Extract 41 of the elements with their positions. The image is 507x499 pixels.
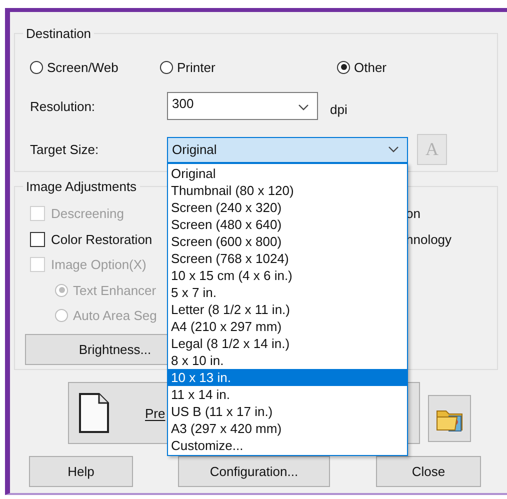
unit-label: dpi <box>330 102 348 116</box>
list-item[interactable]: 10 x 15 cm (4 x 6 in.) <box>168 267 407 284</box>
list-item[interactable]: Screen (480 x 640) <box>168 216 407 233</box>
list-item[interactable]: Screen (768 x 1024) <box>168 250 407 267</box>
checkbox-label: Image Option(X) <box>51 257 146 272</box>
list-item[interactable]: Original <box>168 165 407 182</box>
list-item[interactable]: A4 (210 x 297 mm) <box>168 318 407 335</box>
list-item[interactable]: US B (11 x 17 in.) <box>168 403 407 420</box>
checkbox-label: Descreening <box>51 206 124 222</box>
radio-button[interactable] <box>337 60 350 74</box>
list-item[interactable]: 11 x 14 in. <box>168 386 407 403</box>
group-title: Destination <box>23 26 94 41</box>
list-item[interactable]: Screen (600 x 800) <box>168 233 407 250</box>
chevron-icon <box>298 104 309 111</box>
radio-label: Other <box>354 60 387 74</box>
document-icon <box>78 392 110 434</box>
folder-button[interactable] <box>428 395 471 442</box>
list-item[interactable]: 10 x 13 in. <box>168 369 407 386</box>
chevron-icon <box>388 146 399 153</box>
radio-label: Text Enhancer <box>73 282 156 298</box>
list-item[interactable]: Customize... <box>168 437 407 454</box>
target-size-dropdown[interactable]: Original <box>167 136 408 162</box>
field-label: Resolution: <box>30 98 96 114</box>
dialog-button[interactable]: Configuration... <box>178 456 330 487</box>
list-item[interactable]: A3 (297 x 420 mm) <box>168 420 407 437</box>
field-label: Target Size: <box>30 142 100 157</box>
list-item[interactable]: 5 x 7 in. <box>168 284 407 301</box>
group-title: Image Adjustments <box>23 179 140 194</box>
radio-button[interactable] <box>30 60 43 74</box>
list-item[interactable]: Screen (240 x 320) <box>168 199 407 216</box>
dialog-button[interactable]: Close <box>376 456 481 487</box>
list-item[interactable]: Letter (8 1/2 x 11 in.) <box>168 301 407 318</box>
list-item[interactable]: Thumbnail (80 x 120) <box>168 182 407 199</box>
dialog-button[interactable]: Help <box>29 456 133 487</box>
radio-label: Screen/Web <box>47 60 118 74</box>
checkbox-label: Color Restoration <box>51 232 152 247</box>
checkbox[interactable] <box>30 232 45 247</box>
radio-label: Printer <box>177 60 216 74</box>
radio-button[interactable] <box>160 60 173 74</box>
radio-label: Auto Area Seg <box>73 308 157 324</box>
resolution-dropdown[interactable]: 300 <box>167 92 318 120</box>
